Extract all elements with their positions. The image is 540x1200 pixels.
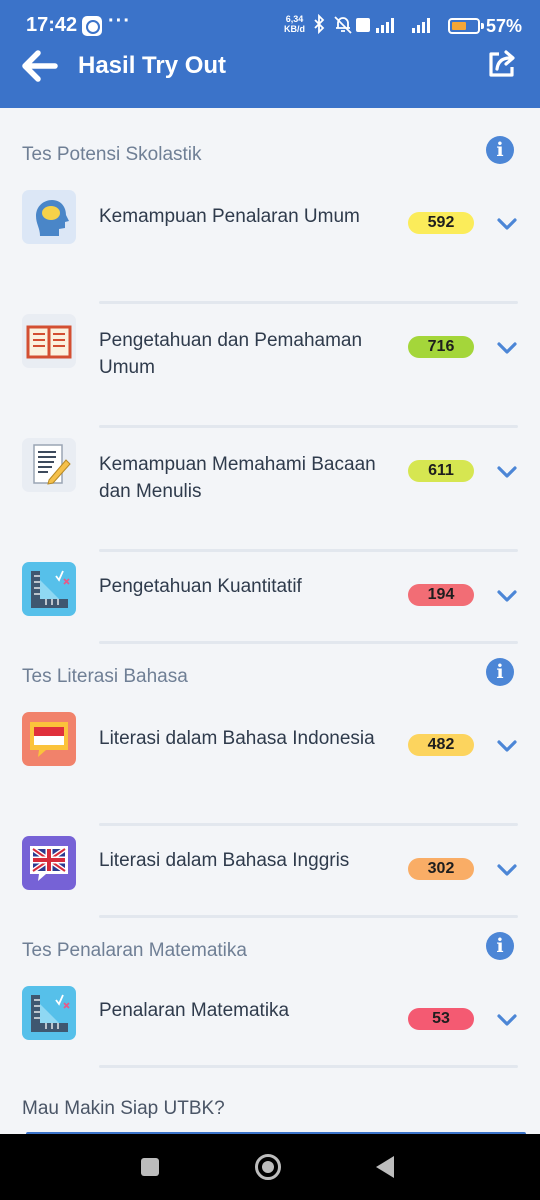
status-icons bbox=[314, 14, 430, 35]
whatsapp-icon bbox=[82, 16, 102, 36]
chevron-down-icon[interactable] bbox=[496, 341, 518, 355]
subtest-row[interactable]: Pengetahuan Kuantitatif 194 bbox=[0, 562, 540, 631]
network-speed: 6,34 KB/d bbox=[284, 14, 305, 34]
network-speed-unit: KB/d bbox=[284, 24, 305, 34]
subtest-name: Kemampuan Memahami Bacaan dan Menulis bbox=[99, 454, 376, 502]
chevron-down-icon[interactable] bbox=[496, 217, 518, 231]
info-icon[interactable]: i bbox=[486, 658, 514, 686]
subtest-name: Pengetahuan dan Pemahaman Umum bbox=[99, 330, 363, 378]
battery-percent: 57% bbox=[486, 16, 523, 36]
system-back-button[interactable] bbox=[376, 1156, 394, 1178]
score-badge: 592 bbox=[408, 212, 474, 234]
status-bar: 17:42 ··· 6,34 KB/d 57% bbox=[0, 0, 540, 52]
section-header: Tes Penalaran Matematika i bbox=[22, 930, 518, 970]
subtest-row[interactable]: Literasi dalam Bahasa Inggris 302 bbox=[0, 836, 540, 905]
indonesia-flag-chat-icon bbox=[22, 712, 76, 766]
score-badge: 53 bbox=[408, 1008, 474, 1030]
chevron-down-icon[interactable] bbox=[496, 589, 518, 603]
promo-prompt: Mau Makin Siap UTBK? bbox=[22, 1098, 225, 1119]
uk-flag-chat-icon bbox=[22, 836, 76, 890]
open-book-icon bbox=[22, 314, 76, 368]
info-icon[interactable]: i bbox=[486, 136, 514, 164]
row-divider bbox=[99, 549, 518, 552]
row-divider bbox=[99, 1065, 518, 1068]
battery-level bbox=[452, 22, 466, 30]
back-arrow-icon[interactable] bbox=[22, 50, 58, 82]
subtest-row[interactable]: Kemampuan Penalaran Umum 592 bbox=[0, 190, 540, 291]
row-divider bbox=[99, 641, 518, 644]
section-title: Tes Penalaran Matematika bbox=[22, 940, 247, 961]
home-button[interactable] bbox=[255, 1154, 281, 1180]
subtest-row[interactable]: Kemampuan Memahami Bacaan dan Menulis 611 bbox=[0, 438, 540, 539]
section-title: Tes Potensi Skolastik bbox=[22, 144, 202, 165]
ruler-math-icon bbox=[22, 562, 76, 616]
document-pencil-icon bbox=[22, 438, 76, 492]
score-badge: 194 bbox=[408, 584, 474, 606]
chevron-down-icon[interactable] bbox=[496, 739, 518, 753]
subtest-name: Literasi dalam Bahasa Inggris bbox=[99, 850, 350, 871]
volte-icon bbox=[356, 18, 370, 32]
score-badge: 716 bbox=[408, 336, 474, 358]
score-badge: 482 bbox=[408, 734, 474, 756]
battery-tip bbox=[481, 23, 484, 29]
row-divider bbox=[99, 425, 518, 428]
status-time: 17:42 bbox=[26, 14, 78, 36]
ruler-math-icon bbox=[22, 986, 76, 1040]
subtest-name: Kemampuan Penalaran Umum bbox=[99, 206, 360, 227]
row-divider bbox=[99, 301, 518, 304]
subtest-name: Pengetahuan Kuantitatif bbox=[99, 576, 302, 597]
section-header: Tes Literasi Bahasa i bbox=[22, 656, 518, 696]
system-nav-bar bbox=[0, 1134, 540, 1200]
page-title: Hasil Try Out bbox=[78, 52, 227, 79]
subtest-row[interactable]: Literasi dalam Bahasa Indonesia 482 bbox=[0, 712, 540, 813]
subtest-name: Literasi dalam Bahasa Indonesia bbox=[99, 728, 375, 749]
subtest-name: Penalaran Matematika bbox=[99, 1000, 290, 1021]
signal-2-icon bbox=[412, 18, 430, 33]
chevron-down-icon[interactable] bbox=[496, 863, 518, 877]
section-header: Tes Potensi Skolastik i bbox=[22, 134, 518, 174]
section-title: Tes Literasi Bahasa bbox=[22, 666, 188, 687]
network-speed-value: 6,34 bbox=[285, 14, 304, 24]
subtest-row[interactable]: Pengetahuan dan Pemahaman Umum 716 bbox=[0, 314, 540, 415]
info-icon[interactable]: i bbox=[486, 932, 514, 960]
results-list: Mau Makin Siap UTBK? Tes Potensi Skolast… bbox=[0, 108, 540, 1134]
battery-icon bbox=[448, 18, 480, 34]
subtest-row[interactable]: Penalaran Matematika 53 bbox=[0, 986, 540, 1055]
row-divider bbox=[99, 915, 518, 918]
share-icon[interactable] bbox=[486, 48, 518, 80]
app-header: 17:42 ··· 6,34 KB/d 57% Hasil Try Out bbox=[0, 0, 540, 108]
chevron-down-icon[interactable] bbox=[496, 465, 518, 479]
row-divider bbox=[99, 823, 518, 826]
signal-1-icon bbox=[376, 18, 394, 33]
more-notifications-icon: ··· bbox=[108, 10, 131, 32]
chevron-down-icon[interactable] bbox=[496, 1013, 518, 1027]
bluetooth-icon bbox=[314, 14, 325, 35]
score-badge: 302 bbox=[408, 858, 474, 880]
head-thinking-icon bbox=[22, 190, 76, 244]
score-badge: 611 bbox=[408, 460, 474, 482]
recent-apps-button[interactable] bbox=[141, 1158, 159, 1176]
